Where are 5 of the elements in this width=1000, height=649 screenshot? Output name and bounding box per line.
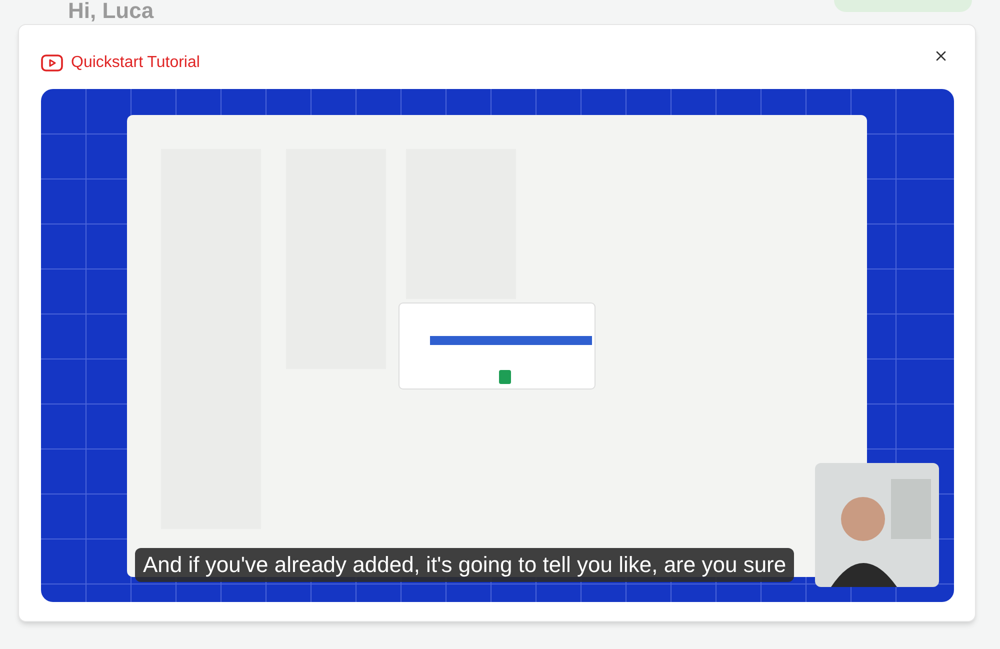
dialog-title: Quickstart Tutorial (71, 53, 200, 73)
video-play-icon (41, 54, 63, 72)
video-player[interactable]: And if you've already added, it's going to tell you like, are you sure (41, 89, 954, 602)
video-caption: And if you've already added, it's going to tell you like, are you sure (135, 548, 794, 582)
greeting-heading: Hi, Luca (68, 0, 154, 22)
